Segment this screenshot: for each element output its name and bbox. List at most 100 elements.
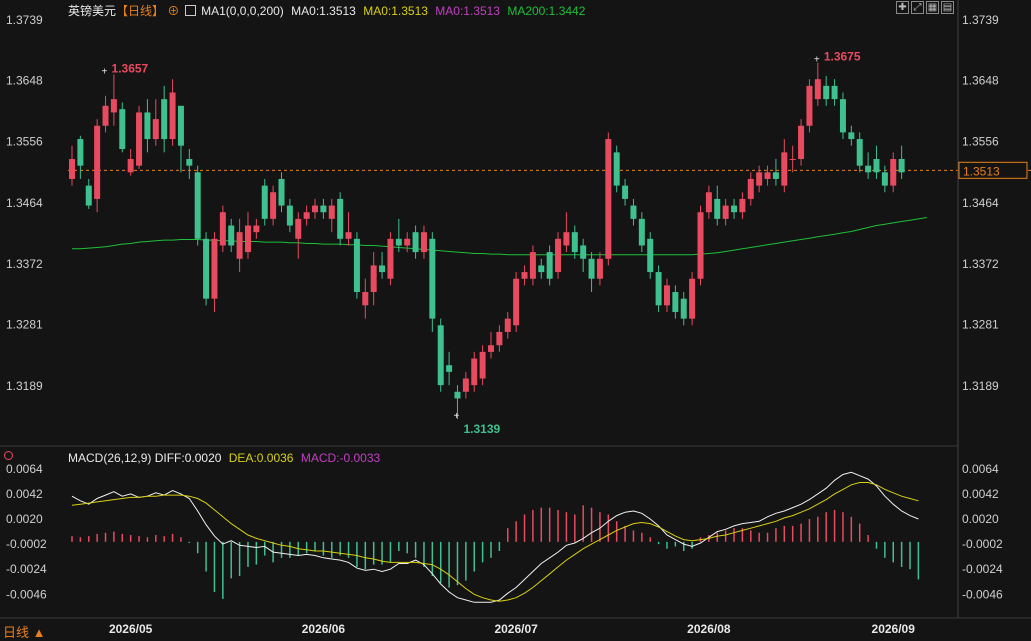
candle-body: [194, 172, 201, 239]
macd-tick-right: 0.0042: [962, 487, 999, 501]
candle-body: [85, 185, 92, 206]
macd-tick-left: 0.0064: [6, 462, 43, 476]
candle-body: [630, 205, 637, 219]
candle-body: [253, 225, 260, 233]
macd-tick-right: -0.0024: [962, 562, 1003, 576]
candle-body: [722, 205, 729, 219]
candle-body: [127, 159, 134, 173]
crosshair-icon[interactable]: ✚: [896, 1, 909, 14]
candle-body: [756, 172, 763, 186]
period-label[interactable]: 【日线】: [116, 4, 164, 18]
ma0-value-b: MA0:1.3513: [363, 4, 428, 18]
candle-body: [404, 238, 411, 246]
fit-icon[interactable]: ⤢: [911, 1, 924, 14]
candle-body: [446, 365, 453, 372]
price-tick-right: 1.3189: [962, 379, 999, 393]
extreme-label: 1.3657: [112, 62, 149, 76]
macd-tick-right: -0.0002: [962, 537, 1003, 551]
candle-body: [144, 112, 151, 140]
price-tick-left: 1.3556: [6, 135, 43, 149]
candle-body: [823, 85, 830, 100]
candle-body: [379, 265, 386, 273]
candle-body: [898, 159, 905, 173]
candle-body: [605, 139, 612, 259]
macd-header: MACD(26,12,9) DIFF:0.0020 DEA:0.0036 MAC…: [68, 451, 380, 465]
last-price-tag-text: 1.3513: [963, 164, 1000, 178]
candle-body: [647, 238, 654, 273]
candle-body: [638, 218, 645, 246]
candle-body: [848, 132, 855, 140]
candle-body: [203, 238, 210, 299]
candle-body: [454, 391, 461, 399]
candle-body: [312, 205, 319, 213]
diff-line: [71, 471, 919, 603]
candle-body: [186, 159, 193, 166]
macd-tick-left: -0.0002: [6, 537, 47, 551]
period-selector[interactable]: 日线 ▲: [3, 622, 46, 641]
candle-body: [420, 232, 427, 253]
candle-body: [546, 252, 553, 279]
macd-layer: [71, 471, 920, 603]
price-tick-right: 1.3281: [962, 318, 999, 332]
price-tick-right: 1.3464: [962, 196, 999, 210]
price-tick-left: 1.3464: [6, 196, 43, 210]
candle-body: [102, 105, 109, 126]
add-indicator-icon[interactable]: ⊕: [167, 4, 179, 18]
ma-label: MA1(0,0,0,200): [201, 4, 284, 18]
candle-body: [831, 85, 838, 100]
candle-body: [580, 245, 587, 259]
candle-body: [337, 198, 344, 239]
macd-tick-left: 0.0020: [6, 512, 43, 526]
candle-body: [345, 232, 352, 239]
price-tick-left: 1.3648: [6, 74, 43, 88]
grid-icon[interactable]: ▦: [926, 1, 939, 14]
candle-body: [236, 232, 243, 259]
candle-body: [353, 238, 360, 293]
candle-body: [328, 205, 335, 219]
macd-tick-left: -0.0024: [6, 562, 47, 576]
candle-body: [680, 298, 687, 319]
period-selector-label: 日线: [3, 625, 30, 640]
macd-name: MACD(26,12,9): [68, 451, 152, 465]
chart-icon[interactable]: [184, 5, 196, 16]
candle-body: [705, 192, 712, 213]
candle-body: [798, 125, 805, 160]
x-tick-label: 2026/07: [494, 622, 538, 636]
price-header: 英镑美元【日线】 ⊕ MA1(0,0,0,200) MA0:1.3513 MA0…: [68, 2, 585, 19]
candle-body: [77, 139, 84, 166]
candle-body: [655, 272, 662, 306]
ma200-value: MA200:1.3442: [507, 4, 586, 18]
macd-tick-right: 0.0020: [962, 512, 999, 526]
candle-body: [228, 225, 235, 246]
dea-value: DEA:0.0036: [228, 451, 294, 465]
candle-body: [622, 185, 629, 199]
macd-toggle-icon[interactable]: [4, 451, 13, 460]
price-tick-right: 1.3372: [962, 257, 999, 271]
candle-body: [496, 331, 503, 346]
candle-body: [731, 205, 738, 213]
candle-body: [161, 99, 168, 140]
candle-body: [764, 172, 771, 179]
candle-body: [152, 119, 159, 140]
settings-icon[interactable]: ▤: [941, 1, 954, 14]
candle-body: [697, 212, 704, 279]
candle-body: [504, 318, 511, 332]
candle-body: [890, 159, 897, 186]
extreme-label: 1.3139: [463, 422, 500, 436]
candle-body: [270, 192, 277, 219]
candle-body: [295, 218, 302, 239]
candle-body: [513, 278, 520, 326]
candle-body: [395, 238, 402, 246]
candle-body: [881, 172, 888, 186]
candles-layer[interactable]: [69, 62, 905, 420]
ma0-value-c: MA0:1.3513: [435, 4, 500, 18]
candle-body: [488, 345, 494, 352]
price-tick-right: 1.3648: [962, 74, 999, 88]
triangle-up-icon: ▲: [32, 625, 46, 640]
candle-body: [563, 232, 570, 246]
candle-body: [789, 159, 796, 161]
candle-body: [613, 152, 620, 186]
candle-body: [429, 238, 436, 319]
extreme-label: 1.3675: [824, 50, 861, 64]
candle-body: [571, 232, 578, 253]
